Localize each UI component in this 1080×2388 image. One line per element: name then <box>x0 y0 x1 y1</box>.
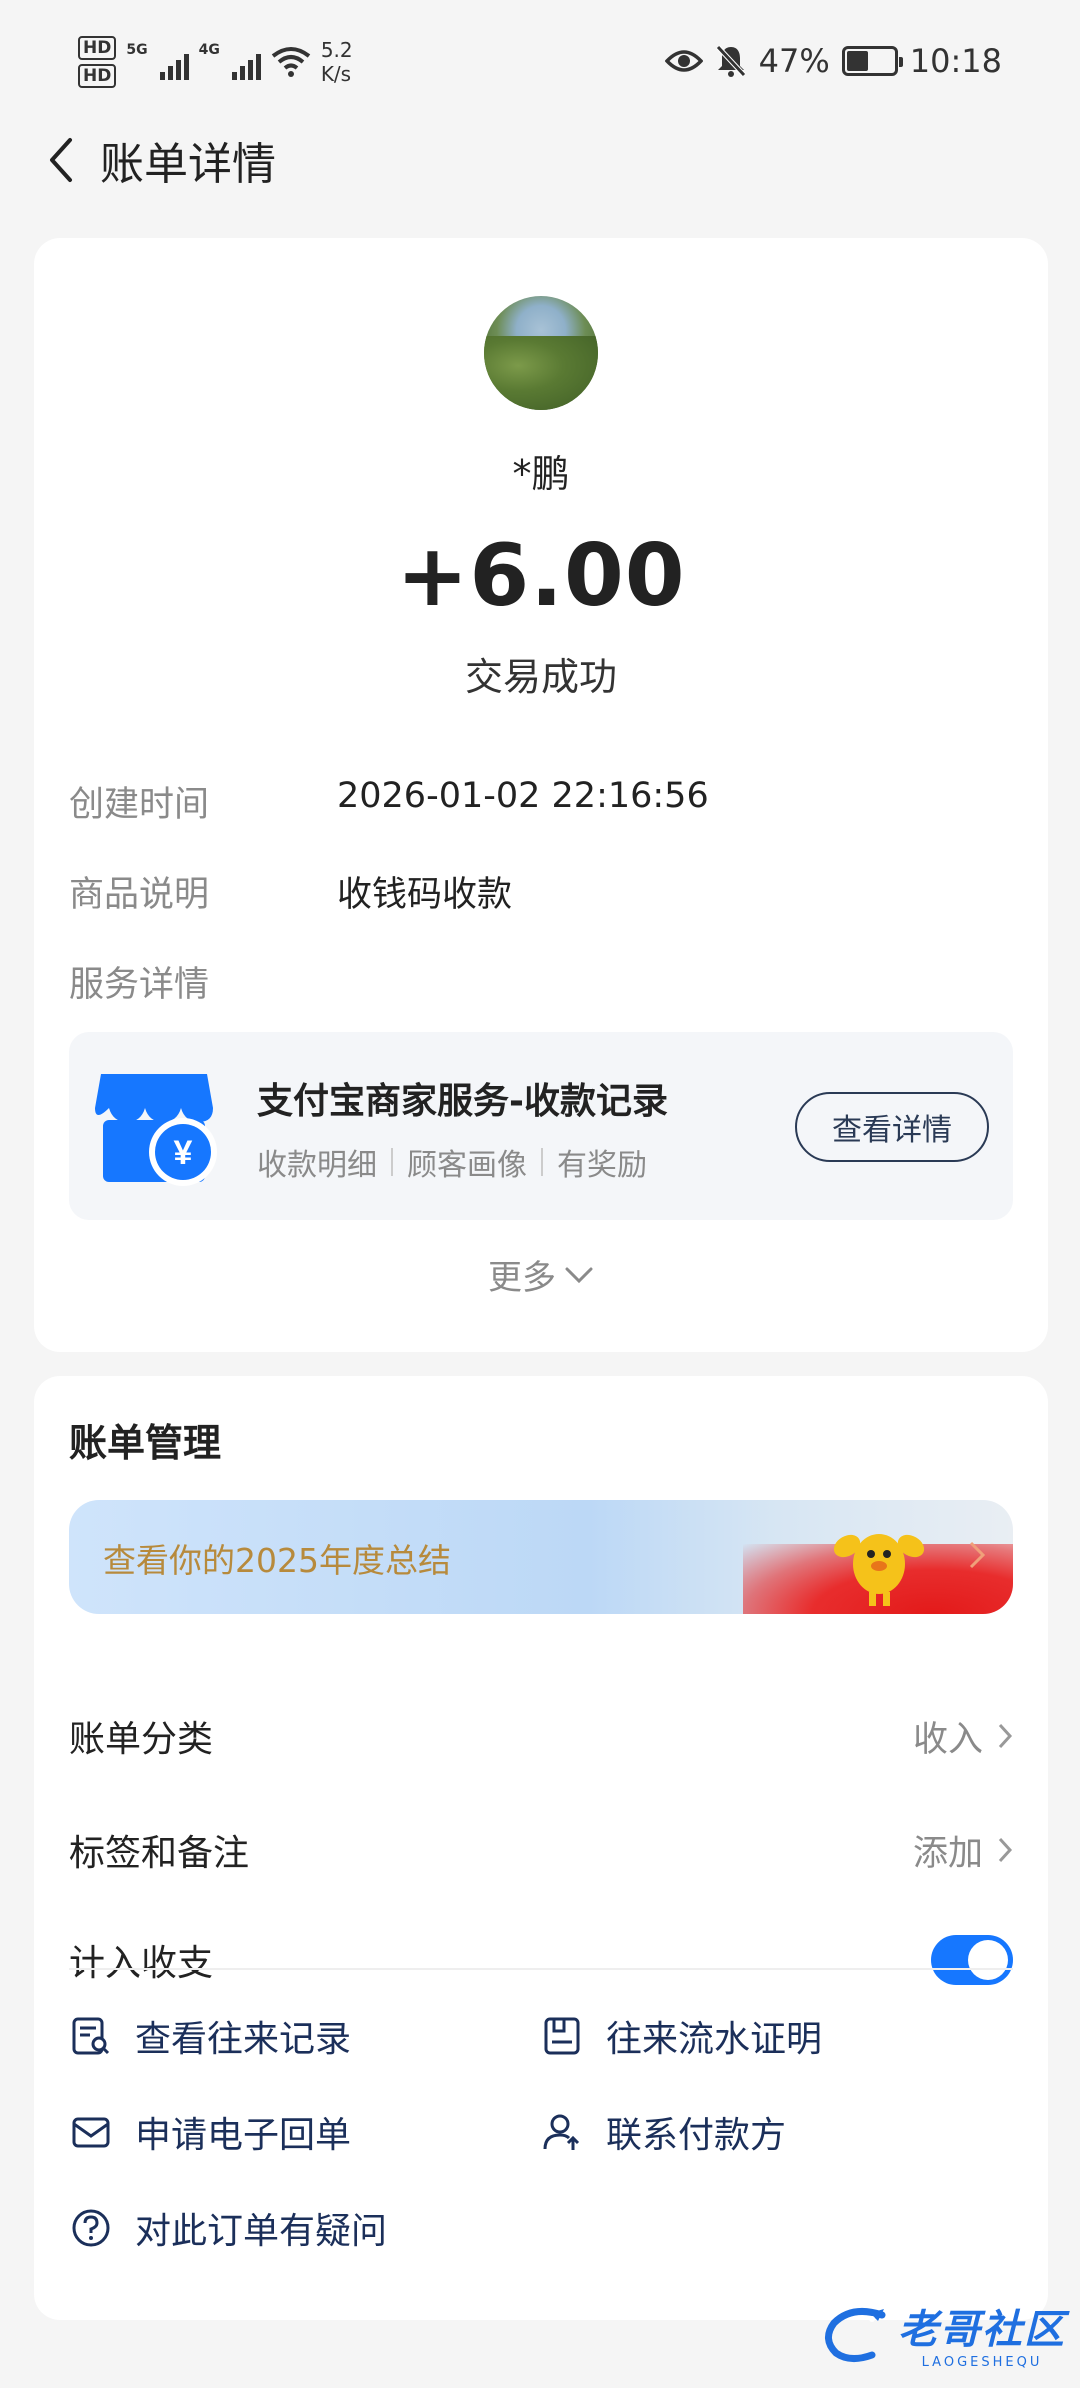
bell-muted-icon <box>715 45 746 77</box>
action-contact-payer[interactable]: 联系付款方 <box>540 2106 786 2158</box>
transaction-amount: +6.00 <box>396 526 686 626</box>
banner-text: 查看你的2025年度总结 <box>103 1541 451 1580</box>
detail-label: 商品说明 <box>69 875 210 915</box>
payer-name: *鹏 <box>512 452 570 496</box>
service-tag: 收款明细 <box>257 1148 377 1183</box>
speed-value: 5.2 <box>320 38 353 62</box>
network-type-2: 4G <box>198 42 220 58</box>
chevron-right-icon <box>969 1541 986 1569</box>
row-value: 收入 <box>913 1711 1013 1762</box>
row-label: 标签和备注 <box>69 1833 250 1874</box>
detail-label: 服务详情 <box>69 965 210 1005</box>
detail-row-service: 服务详情 <box>69 956 337 1007</box>
detail-label: 创建时间 <box>69 785 210 825</box>
hd-indicators: HD HD <box>78 36 117 88</box>
more-label: 更多 <box>488 1258 556 1298</box>
watermark-sub: LAOGESHEQU <box>921 2355 1043 2370</box>
contact-person-icon <box>540 2110 584 2154</box>
status-left: HD HD 5G 4G 5.2 K/s <box>78 36 353 88</box>
hd-badge-2: HD <box>78 64 117 88</box>
action-statement-proof[interactable]: 往来流水证明 <box>540 2010 822 2062</box>
action-label: 对此订单有疑问 <box>135 2211 388 2252</box>
include-in-stats-toggle[interactable] <box>931 1935 1013 1985</box>
chevron-right-icon <box>998 1837 1013 1863</box>
signal-icon-2 <box>231 44 261 80</box>
wifi-icon <box>271 47 311 77</box>
divider <box>69 1968 1013 1970</box>
eye-icon <box>664 50 703 72</box>
row-value: 添加 <box>913 1825 1013 1876</box>
action-label: 查看往来记录 <box>135 2019 352 2060</box>
header: 账单详情 <box>0 120 1080 200</box>
action-order-question[interactable]: 对此订单有疑问 <box>69 2202 387 2254</box>
clock: 10:18 <box>909 42 1002 80</box>
chevron-down-icon <box>565 1267 593 1283</box>
payer-avatar <box>484 296 598 410</box>
divider <box>541 1148 543 1176</box>
page-title: 账单详情 <box>100 139 276 190</box>
speed-unit: K/s <box>320 62 352 86</box>
transaction-card: *鹏 +6.00 交易成功 创建时间 2026-01-02 22:16:56 商… <box>34 238 1048 1352</box>
action-e-receipt[interactable]: 申请电子回单 <box>69 2106 351 2158</box>
more-button[interactable]: 更多 <box>34 1250 1048 1299</box>
battery-percent: 47% <box>758 42 830 80</box>
watermark-main: 老哥社区 <box>898 2307 1066 2353</box>
bill-category-row[interactable]: 账单分类 收入 <box>69 1706 1013 1766</box>
mascot-icon <box>833 1534 925 1606</box>
service-tag: 顾客画像 <box>407 1148 527 1183</box>
shop-icon: ¥ <box>95 1074 217 1186</box>
detail-row-product: 商品说明 收钱码收款 <box>69 866 512 917</box>
battery-icon <box>841 46 903 76</box>
network-type-1: 5G <box>126 42 148 58</box>
service-title: 支付宝商家服务-收款记录 <box>257 1081 668 1122</box>
action-label: 往来流水证明 <box>606 2019 823 2060</box>
watermark-text: 老哥社区 LAOGESHEQU <box>898 2297 1066 2370</box>
row-label: 计入收支 <box>69 1943 214 1984</box>
status-bar: HD HD 5G 4G 5.2 K/s 47% 10:18 <box>0 0 1080 130</box>
section-title: 账单管理 <box>69 1421 222 1465</box>
envelope-icon <box>69 2110 113 2154</box>
detail-row-created-time: 创建时间 2026-01-02 22:16:56 <box>69 776 709 827</box>
dragon-logo-icon <box>825 2307 886 2362</box>
merchant-service-card[interactable]: ¥ 支付宝商家服务-收款记录 收款明细 顾客画像 有奖励 查看详情 <box>69 1032 1013 1220</box>
watermark: 老哥社区 LAOGESHEQU <box>822 2297 1066 2370</box>
question-icon <box>69 2206 113 2250</box>
service-tag: 有奖励 <box>557 1148 647 1183</box>
view-details-button[interactable]: 查看详情 <box>795 1092 989 1162</box>
record-search-icon <box>69 2014 113 2058</box>
hd-badge-1: HD <box>78 36 117 60</box>
back-arrow-icon[interactable] <box>26 120 96 200</box>
transaction-status: 交易成功 <box>464 655 617 699</box>
status-right: 47% 10:18 <box>664 42 1002 80</box>
detail-value: 收钱码收款 <box>337 875 513 915</box>
action-view-records[interactable]: 查看往来记录 <box>69 2010 351 2062</box>
add-label: 添加 <box>912 1833 983 1874</box>
category-value: 收入 <box>912 1719 983 1760</box>
annual-summary-banner[interactable]: 查看你的2025年度总结 <box>69 1500 1013 1614</box>
statement-proof-icon <box>540 2014 584 2058</box>
chevron-right-icon <box>998 1723 1013 1749</box>
action-label: 联系付款方 <box>606 2115 787 2156</box>
divider <box>391 1148 393 1176</box>
action-label: 申请电子回单 <box>135 2115 352 2156</box>
tags-notes-row[interactable]: 标签和备注 添加 <box>69 1820 1013 1880</box>
detail-value: 2026-01-02 22:16:56 <box>337 776 709 816</box>
income-expense-row: 计入收支 <box>69 1930 1013 1990</box>
signal-icon-1 <box>159 44 189 80</box>
network-speed: 5.2 K/s <box>321 38 353 86</box>
yuan-glyph: ¥ <box>174 1134 193 1172</box>
bill-management-card: 账单管理 查看你的2025年度总结 账单分类 收入 标签和备注 添加 计入收支 <box>34 1376 1048 2320</box>
service-tags: 收款明细 顾客画像 有奖励 <box>257 1140 647 1184</box>
row-label: 账单分类 <box>69 1719 214 1760</box>
